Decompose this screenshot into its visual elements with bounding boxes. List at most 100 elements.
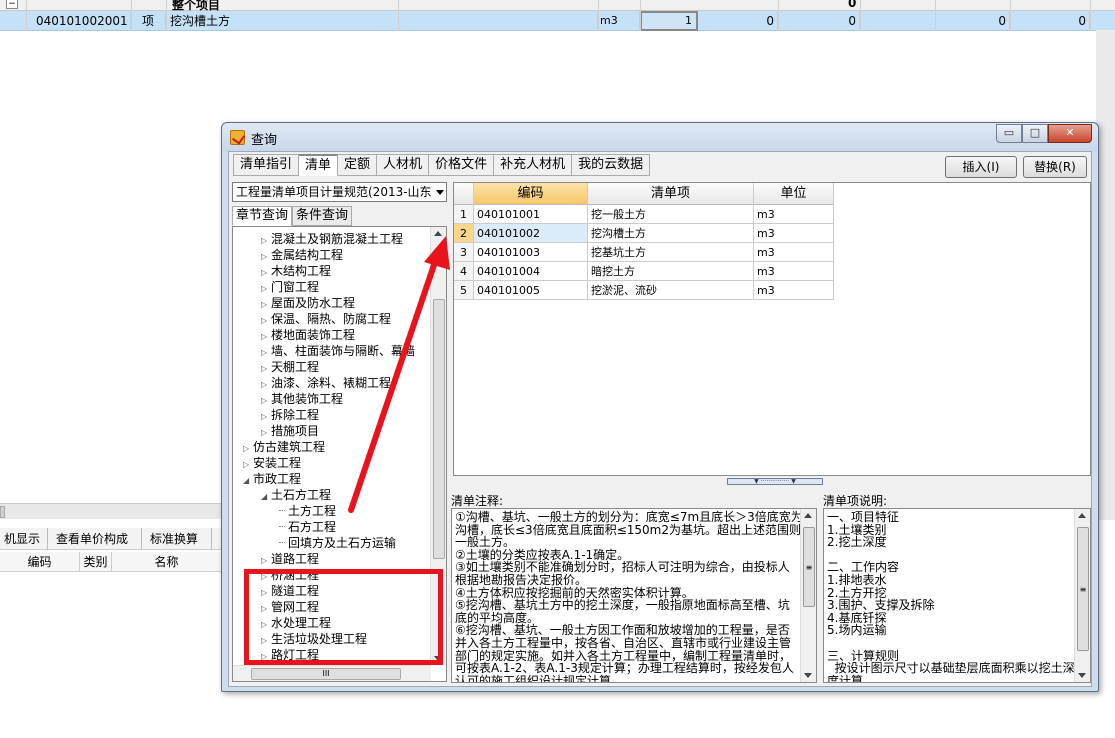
desc-scroll-thumb[interactable]: ≡ [1077,527,1089,651]
expand-arrow-icon[interactable]: ▷ [261,409,271,425]
expand-arrow-icon[interactable]: ▷ [261,313,271,329]
bg-selected-row[interactable]: 040101002001 项 挖沟槽土方 m3 0 0 0 0 [0,11,1115,31]
row-code[interactable]: 040101003 [474,243,588,262]
row-number[interactable]: 5 [454,281,474,300]
tree-item[interactable]: ▷ 拆除工程 [261,407,319,423]
tab-labor-material[interactable]: 人材机 [377,154,430,176]
row-unit[interactable]: m3 [754,243,834,262]
tree-item[interactable]: ▷ 木结构工程 [261,263,331,279]
expand-arrow-icon[interactable]: ▷ [261,361,271,377]
tree-item[interactable]: ▷ 门窗工程 [261,279,319,295]
tree-item[interactable]: 回填方及土石方运输 [279,535,396,551]
scroll-up-icon[interactable] [434,231,442,236]
tree-item[interactable]: ▷ 屋面及防水工程 [261,295,355,311]
maximize-button[interactable]: □ [1022,124,1048,143]
tree-item[interactable]: ▷ 混凝土及钢筋混凝土工程 [261,231,403,247]
tree-item[interactable]: ▷ 天棚工程 [261,359,319,375]
row-code[interactable]: 040101001 [474,205,588,224]
expand-arrow-icon[interactable]: ▷ [261,233,271,249]
tab-chapter-search[interactable]: 章节查询 [232,206,293,226]
close-button[interactable]: ✕ [1048,124,1092,143]
grid-hdr-unit[interactable]: 单位 [754,183,834,205]
tree-hscroll-thumb[interactable]: III [251,668,401,680]
row-number[interactable]: 3 [454,243,474,262]
minimize-button[interactable]: ▭ [996,124,1022,143]
notes-scroll-thumb[interactable]: ≡ [803,527,815,607]
expand-arrow-icon[interactable]: ▷ [261,345,271,361]
tree-scroll-thumb[interactable] [433,299,445,559]
tree-item[interactable]: ▷ 安装工程 [243,455,301,471]
row-unit[interactable]: m3 [754,224,834,243]
tree-item[interactable]: ▷ 其他装饰工程 [261,391,343,407]
scroll-down-icon[interactable] [804,673,812,678]
tab-supplement[interactable]: 补充人材机 [494,154,573,176]
expand-arrow-icon[interactable]: ▷ [261,249,271,265]
tree-item[interactable]: ▷ 仿古建筑工程 [243,439,325,455]
expand-arrow-icon[interactable]: ▷ [261,329,271,345]
grid-hdr-code[interactable]: 编码 [474,183,588,205]
expand-arrow-icon[interactable]: ▷ [243,441,253,457]
tab-price-file[interactable]: 价格文件 [429,154,495,176]
tree-item[interactable]: ▷ 金属结构工程 [261,247,343,263]
collapse-icon[interactable]: − [6,0,18,9]
bg-tab-standard-conversion[interactable]: 标准换算 [146,528,212,550]
row-code[interactable]: 040101005 [474,281,588,300]
expand-arrow-icon[interactable]: ▷ [243,457,253,473]
tree-item[interactable]: ▷ 措施项目 [261,423,319,439]
notes-scrollbar[interactable]: ≡ [800,509,816,682]
tab-cloud-data[interactable]: 我的云数据 [572,154,651,176]
replace-button[interactable]: 替换(R) [1023,156,1087,178]
expand-arrow-icon[interactable]: ▷ [261,393,271,409]
insert-button[interactable]: 插入(I) [945,156,1017,178]
row-unit[interactable]: m3 [754,205,834,224]
bg-scroll-knob[interactable] [0,506,5,518]
tree-item[interactable]: ◢ 市政工程 [243,471,301,487]
panel-splitter[interactable]: ▼ ··············· ▼ [727,478,823,485]
scroll-up-icon[interactable] [1078,513,1086,518]
tree-item[interactable]: ▷ 墙、柱面装饰与隔断、幕墙 [261,343,415,359]
row-code[interactable]: 040101002 [474,224,588,243]
row-number[interactable]: 1 [454,205,474,224]
tree-item[interactable]: 石方工程 [279,519,336,535]
row-unit[interactable]: m3 [754,281,834,300]
bg-horizontal-scrollbar[interactable] [0,503,222,519]
row-name[interactable]: 挖沟槽土方 [588,224,754,243]
expand-arrow-icon[interactable]: ▷ [261,377,271,393]
dialog-titlebar[interactable]: 查询 ▭ □ ✕ [222,123,1098,151]
tree-item[interactable]: ▷ 道路工程 [261,551,319,567]
expand-arrow-icon[interactable]: ▷ [261,425,271,441]
bg-tab-display[interactable]: 机显示 [0,528,48,550]
tree-horizontal-scrollbar[interactable]: III [233,665,431,681]
tree-item[interactable]: 土方工程 [279,503,336,519]
tab-bill[interactable]: 清单 [299,154,339,176]
grid-hdr-name[interactable]: 清单项 [588,183,754,205]
tree-item[interactable]: ▷ 保温、隔热、防腐工程 [261,311,391,327]
expand-arrow-icon[interactable]: ▷ [261,265,271,281]
bg-tab-unit-price[interactable]: 查看单价构成 [52,528,142,550]
collapse-arrow-icon[interactable]: ◢ [243,473,253,489]
tab-bill-guide[interactable]: 清单指引 [233,154,300,176]
tree-item[interactable]: ▷ 油漆、涂料、裱糊工程 [261,375,391,391]
expand-arrow-icon[interactable]: ▷ [261,553,271,569]
spec-select[interactable]: 工程量清单项目计量规范(2013-山东 [232,182,447,202]
row-number[interactable]: 4 [454,262,474,281]
expand-arrow-icon[interactable]: ▷ [261,297,271,313]
desc-scrollbar[interactable]: ≡ [1074,509,1090,682]
row-unit[interactable]: m3 [754,262,834,281]
row-name[interactable]: 暗挖土方 [588,262,754,281]
bg-summary-row[interactable]: − 整个项目 0 [0,0,1115,12]
scroll-down-icon[interactable] [1078,673,1086,678]
row-name[interactable]: 挖淤泥、流砂 [588,281,754,300]
row-name[interactable]: 挖基坑土方 [588,243,754,262]
row-name[interactable]: 挖一般土方 [588,205,754,224]
row-number[interactable]: 2 [454,224,474,243]
row-code[interactable]: 040101004 [474,262,588,281]
bg-qty-cell[interactable]: 1 [640,11,698,31]
expand-arrow-icon[interactable]: ▷ [261,281,271,297]
scroll-up-icon[interactable] [804,513,812,518]
tab-quota[interactable]: 定额 [338,154,378,176]
tab-condition-search[interactable]: 条件查询 [292,206,353,226]
chevron-down-icon[interactable] [436,190,444,195]
tree-item[interactable]: ▷ 楼地面装饰工程 [261,327,355,343]
collapse-arrow-icon[interactable]: ◢ [261,489,271,505]
